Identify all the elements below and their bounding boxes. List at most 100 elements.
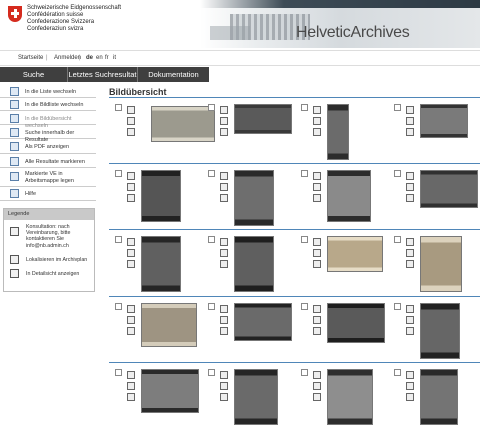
lang-de[interactable]: de [86, 55, 93, 61]
detail-view-icon[interactable] [127, 393, 135, 401]
select-checkbox[interactable] [394, 236, 401, 243]
lang-fr[interactable]: fr [105, 55, 109, 61]
select-checkbox[interactable] [115, 303, 122, 310]
sidebar-item-workfolder[interactable]: Markierte VE in Arbeitsmappe legen [0, 168, 96, 187]
select-checkbox[interactable] [208, 236, 215, 243]
consultation-icon[interactable] [220, 238, 228, 246]
consultation-icon[interactable] [313, 172, 321, 180]
image-thumbnail[interactable] [234, 236, 274, 292]
consultation-icon[interactable] [127, 371, 135, 379]
lang-en[interactable]: en [96, 55, 103, 61]
image-thumbnail[interactable] [327, 303, 385, 343]
locate-icon[interactable] [127, 117, 135, 125]
home-link[interactable]: Startseite [18, 55, 43, 61]
consultation-icon[interactable] [313, 106, 321, 114]
select-checkbox[interactable] [208, 303, 215, 310]
sidebar-item-mark-all[interactable]: Alle Resultate markieren [0, 154, 96, 168]
select-checkbox[interactable] [394, 104, 401, 111]
image-thumbnail[interactable] [327, 369, 373, 425]
image-thumbnail[interactable] [151, 106, 215, 142]
locate-icon[interactable] [406, 117, 414, 125]
select-checkbox[interactable] [301, 369, 308, 376]
locate-icon[interactable] [406, 249, 414, 257]
image-thumbnail[interactable] [234, 104, 292, 134]
image-thumbnail[interactable] [141, 303, 197, 347]
locate-icon[interactable] [406, 316, 414, 324]
locate-icon[interactable] [220, 183, 228, 191]
select-checkbox[interactable] [394, 170, 401, 177]
detail-view-icon[interactable] [220, 260, 228, 268]
detail-view-icon[interactable] [127, 260, 135, 268]
image-thumbnail[interactable] [420, 104, 468, 138]
consultation-icon[interactable] [220, 106, 228, 114]
image-thumbnail[interactable] [327, 104, 349, 160]
consultation-icon[interactable] [220, 172, 228, 180]
detail-view-icon[interactable] [406, 327, 414, 335]
image-thumbnail[interactable] [234, 303, 292, 341]
tab-last-result[interactable]: Letztes Suchresultat [68, 67, 138, 82]
detail-view-icon[interactable] [406, 128, 414, 136]
detail-view-icon[interactable] [127, 327, 135, 335]
locate-icon[interactable] [127, 382, 135, 390]
detail-view-icon[interactable] [313, 128, 321, 136]
select-checkbox[interactable] [394, 303, 401, 310]
login-link[interactable]: Anmelden [54, 55, 81, 61]
detail-view-icon[interactable] [313, 327, 321, 335]
locate-icon[interactable] [127, 316, 135, 324]
sidebar-item-list-view[interactable]: In die Liste wechseln [0, 85, 96, 98]
sidebar-item-image-list[interactable]: In die Bildliste wechseln [0, 98, 96, 111]
locate-icon[interactable] [313, 117, 321, 125]
image-thumbnail[interactable] [420, 170, 478, 208]
detail-view-icon[interactable] [406, 260, 414, 268]
lang-it[interactable]: it [113, 55, 116, 61]
detail-view-icon[interactable] [220, 327, 228, 335]
image-thumbnail[interactable] [234, 170, 274, 226]
consultation-icon[interactable] [313, 371, 321, 379]
consultation-icon[interactable] [406, 238, 414, 246]
consultation-icon[interactable] [406, 172, 414, 180]
detail-view-icon[interactable] [313, 393, 321, 401]
locate-icon[interactable] [406, 183, 414, 191]
detail-view-icon[interactable] [220, 194, 228, 202]
image-thumbnail[interactable] [420, 303, 460, 359]
consultation-icon[interactable] [220, 371, 228, 379]
image-thumbnail[interactable] [327, 170, 371, 222]
select-checkbox[interactable] [208, 369, 215, 376]
detail-view-icon[interactable] [127, 128, 135, 136]
image-thumbnail[interactable] [141, 236, 181, 292]
select-checkbox[interactable] [208, 170, 215, 177]
select-checkbox[interactable] [208, 104, 215, 111]
image-thumbnail[interactable] [420, 236, 462, 292]
sidebar-item-pdf[interactable]: Als PDF anzeigen [0, 139, 96, 154]
consultation-icon[interactable] [406, 371, 414, 379]
image-thumbnail[interactable] [420, 369, 458, 425]
locate-icon[interactable] [313, 382, 321, 390]
consultation-icon[interactable] [127, 238, 135, 246]
image-thumbnail[interactable] [234, 369, 278, 425]
select-checkbox[interactable] [115, 369, 122, 376]
locate-icon[interactable] [220, 249, 228, 257]
locate-icon[interactable] [220, 316, 228, 324]
consultation-icon[interactable] [313, 305, 321, 313]
locate-icon[interactable] [220, 382, 228, 390]
locate-icon[interactable] [220, 117, 228, 125]
image-thumbnail[interactable] [141, 369, 199, 413]
select-checkbox[interactable] [301, 170, 308, 177]
locate-icon[interactable] [313, 249, 321, 257]
detail-view-icon[interactable] [313, 194, 321, 202]
consultation-icon[interactable] [127, 305, 135, 313]
locate-icon[interactable] [406, 382, 414, 390]
detail-view-icon[interactable] [406, 194, 414, 202]
select-checkbox[interactable] [301, 303, 308, 310]
tab-search[interactable]: Suche [0, 67, 68, 82]
select-checkbox[interactable] [394, 369, 401, 376]
detail-view-icon[interactable] [220, 393, 228, 401]
consultation-icon[interactable] [127, 106, 135, 114]
select-checkbox[interactable] [115, 236, 122, 243]
sidebar-item-search-results[interactable]: Suche innerhalb der Resultate [0, 125, 96, 143]
consultation-icon[interactable] [406, 106, 414, 114]
select-checkbox[interactable] [115, 104, 122, 111]
locate-icon[interactable] [313, 316, 321, 324]
select-checkbox[interactable] [115, 170, 122, 177]
consultation-icon[interactable] [406, 305, 414, 313]
